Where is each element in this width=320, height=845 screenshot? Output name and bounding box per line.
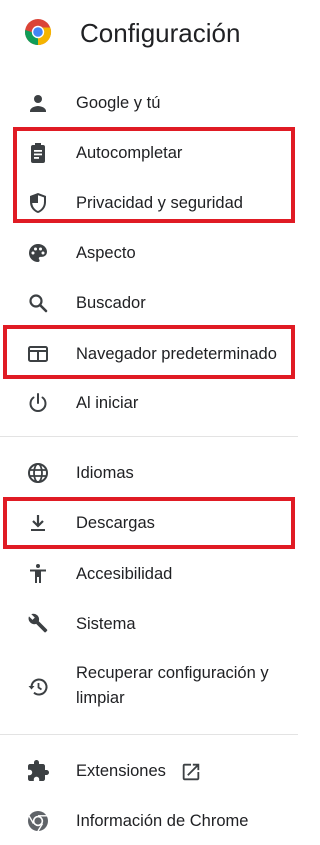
wrench-icon — [26, 612, 50, 636]
divider — [0, 436, 298, 437]
chrome-logo-icon — [24, 18, 52, 46]
sidebar-item-label: Aspecto — [76, 244, 136, 262]
sidebar-item-appearance[interactable]: Aspecto — [0, 238, 298, 268]
restore-icon — [26, 675, 50, 699]
sidebar-item-downloads[interactable]: Descargas — [0, 508, 298, 538]
sidebar-item-label: Recuperar configuración y limpiar — [76, 664, 269, 707]
page-title: Configuración — [80, 18, 241, 48]
puzzle-icon — [26, 759, 50, 783]
download-icon — [26, 511, 50, 535]
person-icon — [26, 91, 50, 115]
sidebar-item-autofill[interactable]: Autocompletar — [0, 138, 298, 168]
palette-icon — [26, 241, 50, 265]
sidebar-item-google[interactable]: Google y tú — [0, 88, 298, 118]
sidebar-item-label: Buscador — [76, 294, 146, 312]
sidebar-item-label: Google y tú — [76, 94, 161, 112]
sidebar-item-label: Navegador predeterminado — [76, 345, 277, 363]
settings-header: Configuración — [0, 0, 298, 68]
sidebar-item-search[interactable]: Buscador — [0, 288, 298, 318]
sidebar-item-extensions[interactable]: Extensiones — [0, 756, 298, 786]
search-icon — [26, 291, 50, 315]
sidebar-item-default-browser[interactable]: Navegador predeterminado — [0, 339, 298, 369]
sidebar-item-label: Privacidad y seguridad — [76, 194, 243, 212]
browser-window-icon — [26, 342, 50, 366]
sidebar-item-label: Al iniciar — [76, 394, 139, 412]
extensions-label: Extensiones — [76, 762, 166, 780]
open-in-new-icon — [180, 761, 202, 783]
sidebar-item-about[interactable]: Información de Chrome — [0, 806, 298, 836]
sidebar-item-languages[interactable]: Idiomas — [0, 458, 298, 488]
sidebar-item-reset[interactable]: Recuperar configuración y limpiar — [0, 660, 298, 714]
sidebar-item-label: Accesibilidad — [76, 565, 173, 583]
chrome-icon — [26, 809, 50, 833]
divider — [0, 734, 298, 735]
globe-icon — [26, 461, 50, 485]
sidebar-item-label: Sistema — [76, 615, 136, 633]
sidebar-item-label: Información de Chrome — [76, 812, 249, 830]
clipboard-icon — [26, 141, 50, 165]
sidebar-item-label: Descargas — [76, 514, 155, 532]
shield-icon — [26, 191, 50, 215]
power-icon — [26, 391, 50, 415]
sidebar-item-on-startup[interactable]: Al iniciar — [0, 388, 298, 418]
sidebar-item-label: Extensiones — [76, 759, 202, 783]
sidebar-item-system[interactable]: Sistema — [0, 609, 298, 639]
accessibility-icon — [26, 562, 50, 586]
sidebar-item-label: Idiomas — [76, 464, 134, 482]
sidebar-item-privacy[interactable]: Privacidad y seguridad — [0, 188, 298, 218]
sidebar-item-label: Autocompletar — [76, 144, 183, 162]
sidebar-item-accessibility[interactable]: Accesibilidad — [0, 559, 298, 589]
